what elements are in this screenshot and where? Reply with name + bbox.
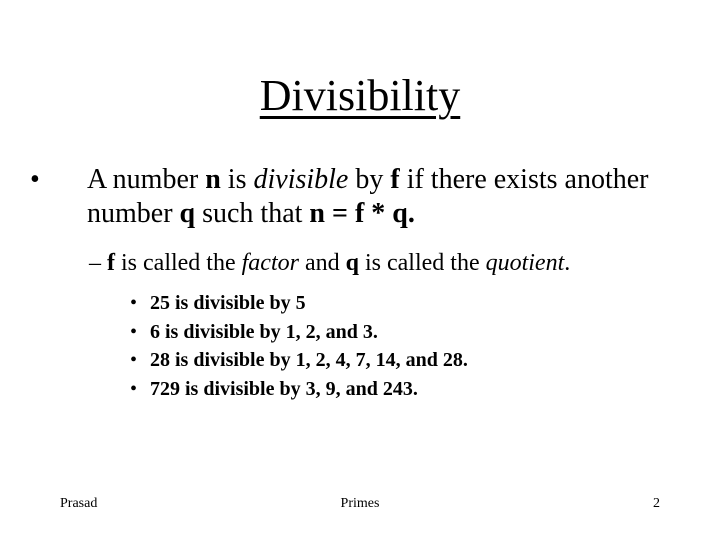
list-item: • 25 is divisible by 5: [130, 289, 690, 318]
bullet-icon: •: [130, 377, 138, 400]
example-text: 729 is divisible by 3, 9, and 243.: [150, 377, 418, 400]
var-q: q: [179, 198, 196, 229]
bullet-icon: •: [130, 292, 138, 314]
bullet-icon: •: [30, 164, 40, 195]
dash-icon: –: [89, 250, 101, 276]
text-run: is called the: [358, 250, 486, 276]
list-item: • 28 is divisible by 1, 2, 4, 7, 14, and…: [130, 346, 690, 375]
example-text: 25 is divisible by 5: [150, 292, 306, 314]
var-q: q: [345, 250, 359, 276]
bullet-icon: •: [130, 320, 138, 343]
footer-topic: Primes: [340, 496, 380, 511]
term-quotient: quotient: [485, 250, 565, 276]
text-run: such that: [195, 198, 310, 229]
text-run: and: [298, 250, 346, 276]
term-factor: factor: [241, 250, 299, 276]
term-divisible: divisible: [253, 164, 349, 195]
example-text: 6 is divisible by 1, 2, and 3.: [150, 320, 378, 343]
text-run: is called the: [115, 250, 242, 276]
list-item: • 729 is divisible by 3, 9, and 243.: [130, 375, 690, 404]
list-item: • 6 is divisible by 1, 2, and 3.: [130, 318, 690, 347]
text-run: .: [564, 250, 571, 276]
sub-bullet: – f is called the factor and q is called…: [89, 248, 709, 278]
var-f: f: [390, 164, 400, 195]
main-bullet: • A number n is divisible by f if there …: [30, 163, 690, 231]
text-run: by: [348, 164, 391, 195]
examples-list: • 25 is divisible by 5 • 6 is divisible …: [130, 289, 690, 403]
example-text: 28 is divisible by 1, 2, 4, 7, 14, and 2…: [150, 349, 468, 371]
slide-title: Divisibility: [259, 71, 461, 120]
equation: n = f * q.: [309, 198, 415, 229]
var-f: f: [107, 250, 115, 276]
bullet-icon: •: [130, 349, 138, 371]
text-run: is: [220, 164, 254, 195]
page-number: 2: [653, 496, 660, 511]
text-run: A number: [87, 164, 206, 195]
main-bullet-text: A number n is divisible by f if there ex…: [87, 163, 690, 231]
var-n: n: [205, 164, 221, 195]
